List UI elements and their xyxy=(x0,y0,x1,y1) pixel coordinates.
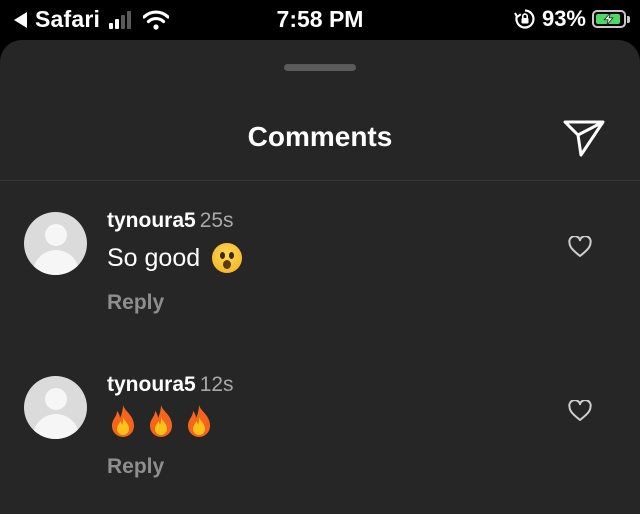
comment-header: tynoura5 12s xyxy=(107,373,234,397)
reply-button[interactable]: Reply xyxy=(107,455,164,479)
sheet-grabber[interactable] xyxy=(284,64,356,71)
charging-bolt-icon xyxy=(603,12,614,26)
battery-icon xyxy=(592,10,630,28)
fire-emoji xyxy=(188,405,210,437)
heart-icon[interactable] xyxy=(568,236,592,258)
avatar[interactable] xyxy=(24,212,87,275)
comment-item: tynoura5 25s So good Reply xyxy=(0,190,640,330)
battery-percent: 93% xyxy=(541,6,586,31)
avatar[interactable] xyxy=(24,376,87,439)
header-divider xyxy=(0,180,640,181)
comment-username[interactable]: tynoura5 xyxy=(107,209,196,232)
orientation-lock-icon xyxy=(514,9,535,29)
fire-emoji xyxy=(112,405,134,437)
paper-plane-icon[interactable] xyxy=(560,112,608,160)
comment-text xyxy=(107,404,221,440)
comment-body: So good xyxy=(107,244,201,272)
astonished-face-emoji xyxy=(212,243,243,273)
comment-header: tynoura5 25s xyxy=(107,209,234,233)
comment-time: 12s xyxy=(199,373,234,396)
reply-button[interactable]: Reply xyxy=(107,291,164,315)
heart-icon[interactable] xyxy=(568,400,592,422)
comment-username[interactable]: tynoura5 xyxy=(107,373,196,396)
comment-item: tynoura5 12s Reply xyxy=(0,354,640,494)
status-bar: Safari 7:58 PM 93% xyxy=(0,0,640,40)
fire-emoji xyxy=(150,405,172,437)
sheet-title: Comments xyxy=(247,121,393,152)
comment-time: 25s xyxy=(199,209,234,232)
comments-sheet: Comments tynoura5 25s So good Reply tynou… xyxy=(0,40,640,514)
comment-text: So good xyxy=(107,242,243,274)
